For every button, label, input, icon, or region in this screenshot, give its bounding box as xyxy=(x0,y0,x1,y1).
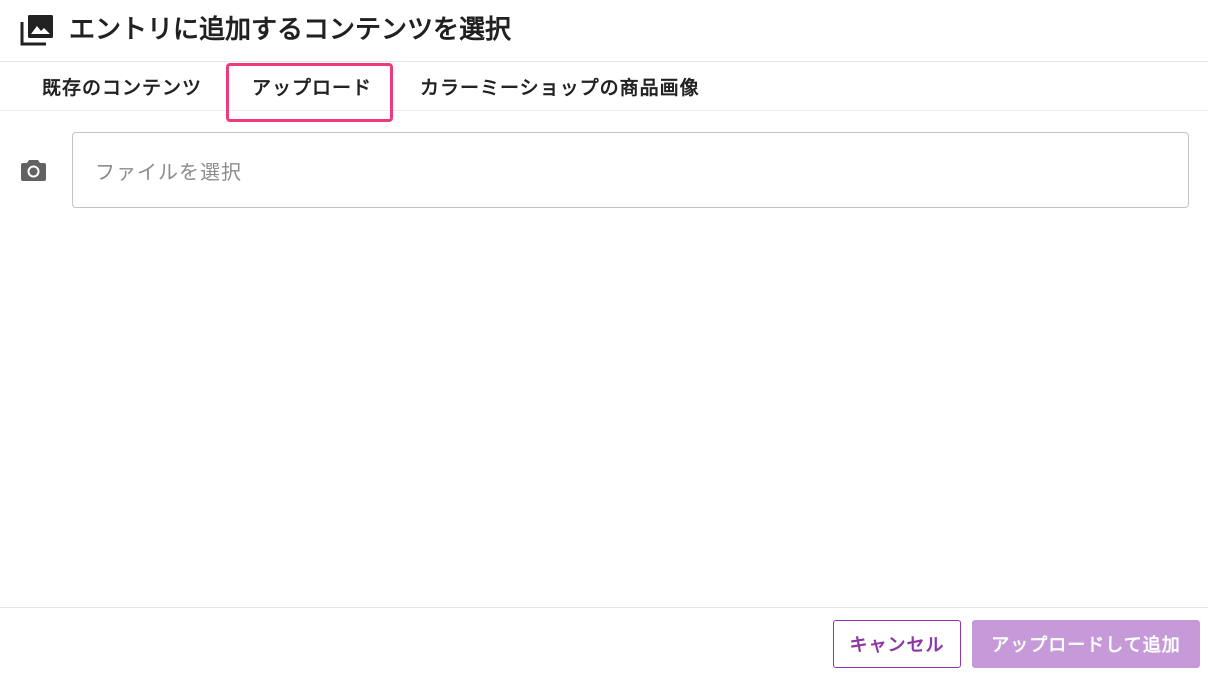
dialog-title: エントリに追加するコンテンツを選択 xyxy=(69,15,512,45)
photo-library-icon xyxy=(19,13,55,47)
tab-shop-product-images[interactable]: カラーミーショップの商品画像 xyxy=(420,62,700,110)
cancel-button[interactable]: キャンセル xyxy=(833,620,961,668)
dialog-header: エントリに追加するコンテンツを選択 xyxy=(0,0,1208,62)
upload-and-add-button[interactable]: アップロードして追加 xyxy=(972,620,1200,668)
tab-bar: 既存のコンテンツ アップロード カラーミーショップの商品画像 xyxy=(0,62,1208,111)
camera-icon xyxy=(20,158,47,182)
tab-existing-content[interactable]: 既存のコンテンツ xyxy=(42,62,202,110)
file-select-placeholder: ファイルを選択 xyxy=(95,159,242,184)
file-select-field[interactable]: ファイルを選択 xyxy=(72,132,1189,208)
dialog-footer: キャンセル アップロードして追加 xyxy=(0,607,1208,676)
tab-upload[interactable]: アップロード xyxy=(252,62,372,110)
